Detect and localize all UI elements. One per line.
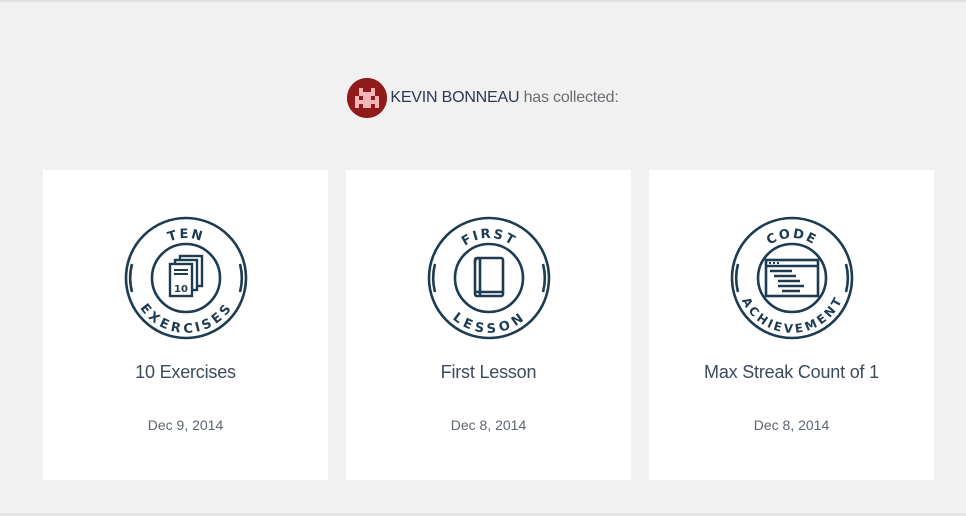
code-window-icon: [764, 258, 819, 298]
code-achievement-badge-icon: CODE ACHIEVEMENT: [730, 216, 853, 340]
header-suffix: has collected:: [523, 89, 619, 106]
header-text: KEVIN BONNEAU has collected:: [390, 89, 618, 107]
badge-date: Dec 9, 2014: [147, 417, 224, 433]
badge-icon-number: 10: [174, 284, 188, 295]
achievements-page: KEVIN BONNEAU has collected: TEN EXERCIS…: [0, 0, 966, 516]
svg-text:EXERCISES: EXERCISES: [136, 301, 235, 337]
badge-title: Max Streak Count of 1: [704, 362, 879, 382]
svg-text:LESSON: LESSON: [449, 310, 527, 337]
book-icon: [473, 256, 504, 298]
badge-card-max-streak[interactable]: CODE ACHIEVEMENT Max Streak Count of 1 D…: [649, 170, 934, 480]
user-name-link[interactable]: KEVIN BONNEAU: [390, 89, 519, 106]
collection-header: KEVIN BONNEAU has collected:: [0, 76, 966, 120]
badge-date: Dec 8, 2014: [450, 417, 527, 433]
badge-date: Dec 8, 2014: [753, 417, 830, 433]
badge-cards: TEN EXERCISES 10 10 Exercises Dec 9, 201…: [43, 170, 934, 480]
badge-card-first-lesson[interactable]: FIRST LESSON First Lesson Dec 8, 2014: [346, 170, 631, 480]
first-lesson-badge-icon: FIRST LESSON: [427, 216, 550, 340]
badge-ring-top: TEN: [165, 227, 203, 245]
badge-ring-bottom: EXERCISES: [136, 301, 233, 337]
ten-exercises-badge-icon: TEN EXERCISES 10: [124, 216, 247, 340]
space-invader-avatar-icon: [347, 78, 388, 118]
badge-title: 10 Exercises: [135, 362, 236, 382]
svg-text:TEN: TEN: [165, 227, 205, 245]
badge-card-10-exercises[interactable]: TEN EXERCISES 10 10 Exercises Dec 9, 201…: [43, 170, 328, 480]
badge-ring-top: FIRST: [459, 227, 517, 250]
badge-ring-bottom: ACHIEVEMENT: [739, 295, 844, 336]
badge-ring-bottom: LESSON: [449, 310, 525, 337]
svg-text:ACHIEVEMENT: ACHIEVEMENT: [739, 295, 845, 336]
badge-title: First Lesson: [440, 362, 537, 382]
svg-text:FIRST: FIRST: [459, 227, 519, 250]
user-avatar[interactable]: [347, 78, 388, 118]
